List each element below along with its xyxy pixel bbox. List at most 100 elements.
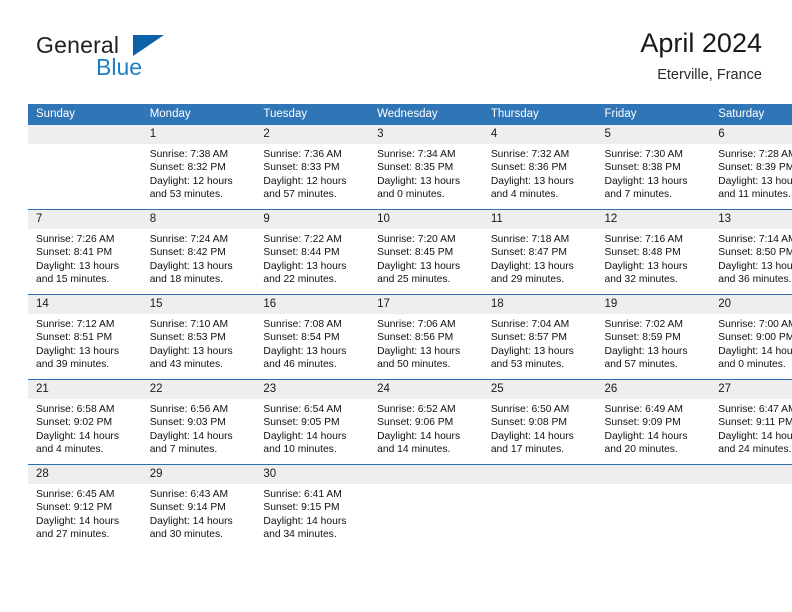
day-details: Sunrise: 7:00 AM Sunset: 9:00 PM Daylight:… (710, 314, 792, 372)
day-details: Sunrise: 7:36 AM Sunset: 8:33 PM Daylight:… (255, 144, 369, 202)
daylight-text-line1: Daylight: 13 hours (604, 345, 688, 357)
day-number: 16 (255, 295, 370, 314)
sunrise-text: Sunrise: 7:38 AM (149, 149, 229, 160)
day-number: 23 (255, 380, 370, 399)
sunrise-text: Sunrise: 7:30 AM (604, 149, 683, 160)
calendar-day-cell[interactable]: 24 Sunrise: 6:52 AM Sunset: 9:06 PM Dayligh… (369, 379, 483, 465)
daylight-text-line1: Daylight: 13 hours (718, 175, 792, 187)
calendar-day-cell[interactable]: 10 Sunrise: 7:20 AM Sunset: 8:45 PM Dayligh… (369, 209, 483, 295)
calendar-day-cell[interactable]: 5 Sunrise: 7:30 AM Sunset: 8:38 PM Daylight… (596, 125, 711, 210)
calendar-day-cell[interactable]: 4 Sunrise: 7:32 AM Sunset: 8:36 PM Daylight… (482, 125, 597, 210)
sunset-text: Sunset: 8:41 PM (36, 247, 113, 259)
calendar-week-row: 28 Sunrise: 6:45 AM Sunset: 9:12 PM Dayligh… (28, 464, 792, 549)
calendar-cell-empty (710, 464, 792, 549)
day-details: Sunrise: 7:24 AM Sunset: 8:42 PM Daylight:… (142, 229, 256, 287)
calendar-day-cell[interactable]: 18 Sunrise: 7:04 AM Sunset: 8:57 PM Dayligh… (482, 294, 597, 380)
calendar-day-cell[interactable]: 6 Sunrise: 7:28 AM Sunset: 8:39 PM Daylight… (710, 125, 792, 210)
daylight-text-line2: and 7 minutes. (149, 444, 218, 456)
sunset-text: Sunset: 8:35 PM (377, 162, 454, 174)
calendar-day-cell[interactable]: 17 Sunrise: 7:06 AM Sunset: 8:56 PM Dayligh… (369, 294, 483, 380)
daylight-text-line2: and 43 minutes. (149, 359, 223, 371)
sunset-text: Sunset: 9:02 PM (36, 417, 113, 429)
daylight-text-line2: and 29 minutes. (490, 274, 565, 286)
calendar-day-cell[interactable]: 28 Sunrise: 6:45 AM Sunset: 9:12 PM Dayligh… (28, 464, 142, 549)
calendar-day-cell[interactable]: 2 Sunrise: 7:36 AM Sunset: 8:33 PM Daylight… (255, 125, 370, 210)
sunset-text: Sunset: 8:44 PM (263, 247, 340, 259)
weekday-header-friday: Friday (596, 104, 711, 125)
sunset-text: Sunset: 9:09 PM (604, 417, 681, 429)
calendar-day-cell[interactable]: 1 Sunrise: 7:38 AM Sunset: 8:32 PM Daylight… (141, 125, 256, 210)
calendar-day-cell[interactable]: 27 Sunrise: 6:47 AM Sunset: 9:11 PM Dayligh… (710, 379, 792, 465)
day-number: 14 (28, 295, 142, 314)
daylight-text-line2: and 10 minutes. (263, 444, 337, 456)
sunrise-text: Sunrise: 6:43 AM (149, 489, 229, 500)
day-number: 13 (710, 210, 792, 229)
calendar-day-cell[interactable]: 30 Sunrise: 6:41 AM Sunset: 9:15 PM Dayligh… (255, 464, 370, 549)
calendar-day-cell[interactable]: 19 Sunrise: 7:02 AM Sunset: 8:59 PM Dayligh… (596, 294, 711, 380)
calendar-day-cell[interactable]: 13 Sunrise: 7:14 AM Sunset: 8:50 PM Dayligh… (710, 209, 792, 295)
day-details: Sunrise: 7:10 AM Sunset: 8:53 PM Daylight:… (142, 314, 256, 372)
day-number (369, 465, 483, 484)
brand-logo[interactable]: General Blue (36, 32, 246, 88)
calendar-cell-empty (369, 464, 483, 549)
daylight-text-line1: Daylight: 14 hours (718, 345, 792, 357)
day-details: Sunrise: 7:18 AM Sunset: 8:47 PM Daylight:… (483, 229, 597, 287)
calendar-day-cell[interactable]: 22 Sunrise: 6:56 AM Sunset: 9:03 PM Dayligh… (141, 379, 256, 465)
day-number: 20 (710, 295, 792, 314)
day-details: Sunrise: 7:08 AM Sunset: 8:54 PM Daylight:… (255, 314, 369, 372)
sunrise-text: Sunrise: 7:26 AM (36, 234, 115, 245)
calendar-day-cell[interactable]: 3 Sunrise: 7:34 AM Sunset: 8:35 PM Daylight… (369, 125, 483, 210)
daylight-text-line1: Daylight: 14 hours (490, 430, 574, 442)
location-subtitle: Eterville, France (657, 67, 762, 83)
calendar-day-cell[interactable]: 20 Sunrise: 7:00 AM Sunset: 9:00 PM Dayligh… (710, 294, 792, 380)
calendar-day-cell[interactable]: 8 Sunrise: 7:24 AM Sunset: 8:42 PM Daylight… (141, 209, 256, 295)
sunrise-text: Sunrise: 7:22 AM (263, 234, 342, 245)
sunrise-text: Sunrise: 7:08 AM (263, 319, 342, 330)
calendar-day-cell[interactable]: 23 Sunrise: 6:54 AM Sunset: 9:05 PM Dayligh… (255, 379, 370, 465)
daylight-text-line2: and 32 minutes. (604, 274, 678, 286)
calendar-day-cell[interactable]: 21 Sunrise: 6:58 AM Sunset: 9:02 PM Dayligh… (28, 379, 142, 465)
sunrise-text: Sunrise: 6:49 AM (604, 404, 683, 415)
sunrise-text: Sunrise: 7:12 AM (36, 319, 115, 330)
calendar-day-cell[interactable]: 12 Sunrise: 7:16 AM Sunset: 8:48 PM Dayligh… (596, 209, 711, 295)
day-details: Sunrise: 6:41 AM Sunset: 9:15 PM Daylight:… (255, 484, 369, 542)
day-details: Sunrise: 6:54 AM Sunset: 9:05 PM Daylight:… (255, 399, 369, 457)
daylight-text-line1: Daylight: 13 hours (149, 260, 233, 272)
sunrise-text: Sunrise: 6:50 AM (490, 404, 570, 415)
calendar-day-cell[interactable]: 11 Sunrise: 7:18 AM Sunset: 8:47 PM Dayligh… (482, 209, 597, 295)
day-number: 27 (710, 380, 792, 399)
sunrise-text: Sunrise: 6:52 AM (377, 404, 456, 415)
daylight-text-line1: Daylight: 14 hours (149, 515, 233, 527)
brand-name-blue: Blue (96, 54, 143, 80)
day-details: Sunrise: 7:12 AM Sunset: 8:51 PM Daylight:… (28, 314, 142, 372)
sunset-text: Sunset: 8:33 PM (263, 162, 340, 174)
day-number (482, 465, 597, 484)
sunset-text: Sunset: 8:57 PM (490, 332, 567, 344)
daylight-text-line1: Daylight: 14 hours (718, 430, 792, 442)
calendar-day-cell[interactable]: 26 Sunrise: 6:49 AM Sunset: 9:09 PM Dayligh… (596, 379, 711, 465)
calendar-day-cell[interactable]: 25 Sunrise: 6:50 AM Sunset: 9:08 PM Dayligh… (482, 379, 597, 465)
sunrise-text: Sunrise: 7:28 AM (718, 149, 792, 160)
title-block: April 2024 Eterville, France (640, 26, 762, 86)
day-number: 7 (28, 210, 142, 229)
day-number (28, 125, 142, 144)
calendar-table: Sunday Monday Tuesday Wednesday Thursday Frid… (28, 104, 792, 549)
sunset-text: Sunset: 9:14 PM (149, 502, 226, 514)
daylight-text-line1: Daylight: 13 hours (263, 345, 347, 357)
daylight-text-line2: and 27 minutes. (36, 529, 110, 541)
calendar-day-cell[interactable]: 7 Sunrise: 7:26 AM Sunset: 8:41 PM Daylight… (28, 209, 142, 295)
weekday-header-tuesday: Tuesday (255, 104, 370, 125)
calendar-day-cell[interactable]: 9 Sunrise: 7:22 AM Sunset: 8:44 PM Daylight… (255, 209, 370, 295)
sunrise-text: Sunrise: 7:00 AM (718, 319, 792, 330)
calendar-day-cell[interactable]: 14 Sunrise: 7:12 AM Sunset: 8:51 PM Dayligh… (28, 294, 142, 380)
calendar-day-cell[interactable]: 16 Sunrise: 7:08 AM Sunset: 8:54 PM Dayligh… (255, 294, 370, 380)
daylight-text-line2: and 17 minutes. (490, 444, 565, 456)
day-number: 22 (141, 380, 256, 399)
daylight-text-line2: and 57 minutes. (604, 359, 678, 371)
daylight-text-line2: and 11 minutes. (718, 189, 791, 201)
calendar-cell-empty (596, 464, 711, 549)
calendar-day-cell[interactable]: 29 Sunrise: 6:43 AM Sunset: 9:14 PM Dayligh… (141, 464, 256, 549)
calendar-day-cell[interactable]: 15 Sunrise: 7:10 AM Sunset: 8:53 PM Dayligh… (141, 294, 256, 380)
daylight-text-line1: Daylight: 12 hours (263, 175, 347, 187)
daylight-text-line1: Daylight: 14 hours (36, 430, 119, 442)
